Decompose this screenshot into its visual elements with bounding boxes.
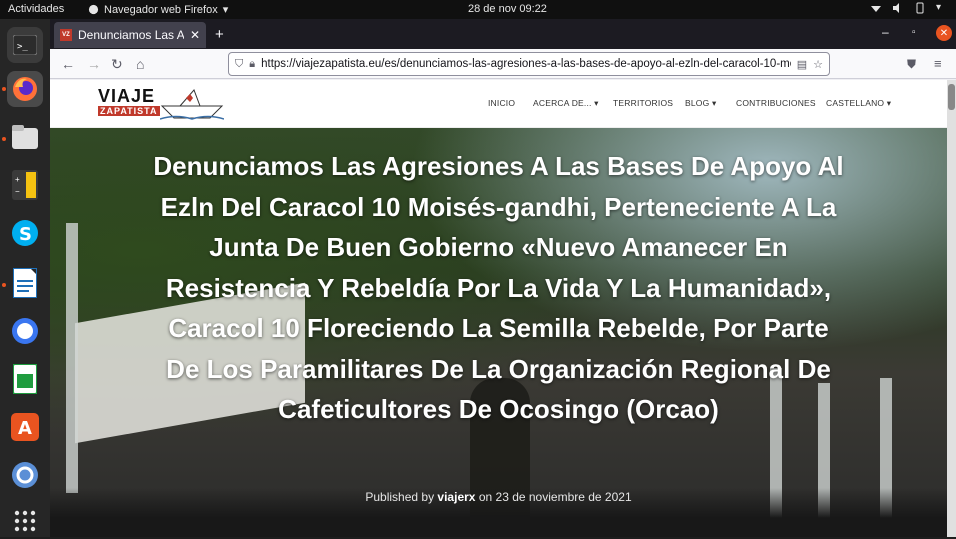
menu-item-language[interactable]: CASTELLANO ▾ bbox=[826, 98, 891, 109]
skype-icon[interactable]: S bbox=[7, 215, 43, 251]
calc-spreadsheet-icon[interactable] bbox=[7, 361, 43, 397]
navigation-toolbar: ← → ↻ ⌂ ⛉ 🔒︎ https://viajezapatista.eu/e… bbox=[50, 49, 956, 79]
power-menu-icon[interactable]: ▾ bbox=[936, 2, 948, 14]
scrollbar-thumb[interactable] bbox=[948, 84, 955, 110]
home-icon[interactable]: ⌂ bbox=[136, 56, 144, 72]
running-indicator bbox=[2, 283, 6, 287]
show-applications-icon[interactable] bbox=[7, 503, 43, 539]
paper-boat-icon bbox=[160, 89, 224, 120]
byline-date-prefix: on bbox=[478, 490, 493, 504]
activities-button[interactable]: Actividades bbox=[8, 3, 64, 15]
remote-desktop-icon[interactable] bbox=[7, 457, 43, 493]
hamburger-menu-icon[interactable]: ≡ bbox=[934, 56, 942, 71]
terminal-icon[interactable]: >_ bbox=[7, 27, 43, 63]
minimize-icon[interactable]: – bbox=[882, 25, 889, 39]
site-logo[interactable]: VIAJE ZAPATISTA bbox=[98, 86, 224, 122]
files-icon[interactable] bbox=[7, 119, 43, 155]
hero-banner: Denunciamos Las Agresiones A Las Bases D… bbox=[50, 128, 947, 537]
logo-text-top: VIAJE bbox=[98, 86, 156, 106]
article-title: Denunciamos Las Agresiones A Las Bases D… bbox=[153, 151, 844, 424]
forward-icon[interactable]: → bbox=[87, 56, 101, 72]
svg-text:S: S bbox=[19, 224, 32, 245]
firefox-small-icon bbox=[88, 4, 99, 15]
close-tab-icon[interactable]: ✕ bbox=[190, 28, 200, 42]
menu-item-contribuciones[interactable]: CONTRIBUCIONES bbox=[736, 98, 816, 108]
firefox-window: VZ Denunciamos Las Agresio ✕ + – ▫ ✕ ← →… bbox=[50, 19, 956, 537]
dock: >_ + − S A bbox=[0, 19, 50, 537]
pocket-icon[interactable]: ⛊ bbox=[907, 57, 916, 72]
author-link[interactable]: viajerx bbox=[437, 490, 475, 504]
chevron-down-icon: ▾ bbox=[222, 4, 229, 16]
clock[interactable]: 28 de nov 09:22 bbox=[468, 3, 547, 15]
caret-down-icon: ▾ bbox=[594, 98, 599, 108]
menu-item-territorios[interactable]: TERRITORIOS bbox=[613, 98, 673, 108]
menu-item-inicio[interactable]: INICIO bbox=[488, 98, 515, 108]
svg-text:+: + bbox=[15, 175, 20, 184]
url-bar[interactable]: ⛉ 🔒︎ https://viajezapatista.eu/es/denunc… bbox=[228, 52, 830, 76]
close-window-icon[interactable]: ✕ bbox=[936, 25, 952, 41]
byline-prefix: Published by bbox=[365, 490, 435, 504]
publish-date[interactable]: 23 de noviembre de 2021 bbox=[496, 490, 632, 504]
svg-text:A: A bbox=[18, 418, 32, 439]
menu-item-blog[interactable]: BLOG ▾ bbox=[685, 98, 716, 109]
caret-down-icon: ▾ bbox=[886, 98, 892, 108]
logo-text-bottom: ZAPATISTA bbox=[98, 106, 160, 116]
browser-tab[interactable]: VZ Denunciamos Las Agresio ✕ bbox=[54, 22, 206, 48]
volume-icon[interactable] bbox=[892, 2, 904, 14]
menu-item-label: BLOG bbox=[685, 98, 710, 108]
signal-messenger-icon[interactable] bbox=[7, 313, 43, 349]
svg-text:>_: >_ bbox=[17, 42, 28, 52]
page-scrollbar[interactable] bbox=[947, 80, 956, 537]
system-tray[interactable]: ▾ bbox=[870, 2, 948, 14]
bookmark-star-icon[interactable]: ☆ bbox=[813, 58, 823, 71]
url-text[interactable]: https://viajezapatista.eu/es/denunciamos… bbox=[261, 58, 791, 70]
web-page: VIAJE ZAPATISTA INICIO ACERCA DE... ▾ TE… bbox=[50, 80, 947, 537]
tab-title: Denunciamos Las Agresio bbox=[78, 28, 184, 42]
app-center-icon[interactable]: A bbox=[7, 409, 43, 445]
caret-down-icon: ▾ bbox=[711, 98, 717, 108]
restore-icon[interactable]: ▫ bbox=[912, 27, 916, 38]
writer-document-icon[interactable] bbox=[7, 265, 43, 301]
svg-text:−: − bbox=[15, 187, 20, 196]
site-header: VIAJE ZAPATISTA INICIO ACERCA DE... ▾ TE… bbox=[50, 80, 947, 128]
app-menu-label: Navegador web Firefox bbox=[104, 3, 218, 16]
tracking-shield-icon[interactable]: ⛉ bbox=[235, 58, 243, 71]
running-indicator bbox=[2, 137, 6, 141]
lock-icon[interactable]: 🔒︎ bbox=[249, 58, 255, 71]
new-tab-icon[interactable]: + bbox=[215, 26, 224, 43]
back-icon[interactable]: ← bbox=[61, 56, 75, 72]
menu-item-label: ACERCA DE... bbox=[533, 98, 592, 108]
background-pillar bbox=[66, 223, 78, 493]
menu-item-acerca[interactable]: ACERCA DE... ▾ bbox=[533, 98, 599, 109]
system-top-bar: Actividades Navegador web Firefox ▾ 28 d… bbox=[0, 0, 956, 19]
battery-icon[interactable] bbox=[914, 2, 926, 14]
menu-item-label: CASTELLANO bbox=[826, 98, 885, 108]
app-menu[interactable]: Navegador web Firefox ▾ bbox=[88, 3, 228, 16]
reload-icon[interactable]: ↻ bbox=[111, 56, 123, 73]
calculator-icon[interactable]: + − bbox=[7, 167, 43, 203]
running-indicator bbox=[2, 87, 6, 91]
article-byline: Published by viajerx on 23 de noviembre … bbox=[50, 490, 947, 504]
reader-view-icon[interactable]: ▤ bbox=[797, 58, 807, 71]
network-icon[interactable] bbox=[870, 2, 882, 14]
firefox-icon[interactable] bbox=[7, 71, 43, 107]
tab-bar: VZ Denunciamos Las Agresio ✕ + – ▫ ✕ bbox=[50, 19, 956, 49]
site-favicon: VZ bbox=[60, 29, 72, 41]
